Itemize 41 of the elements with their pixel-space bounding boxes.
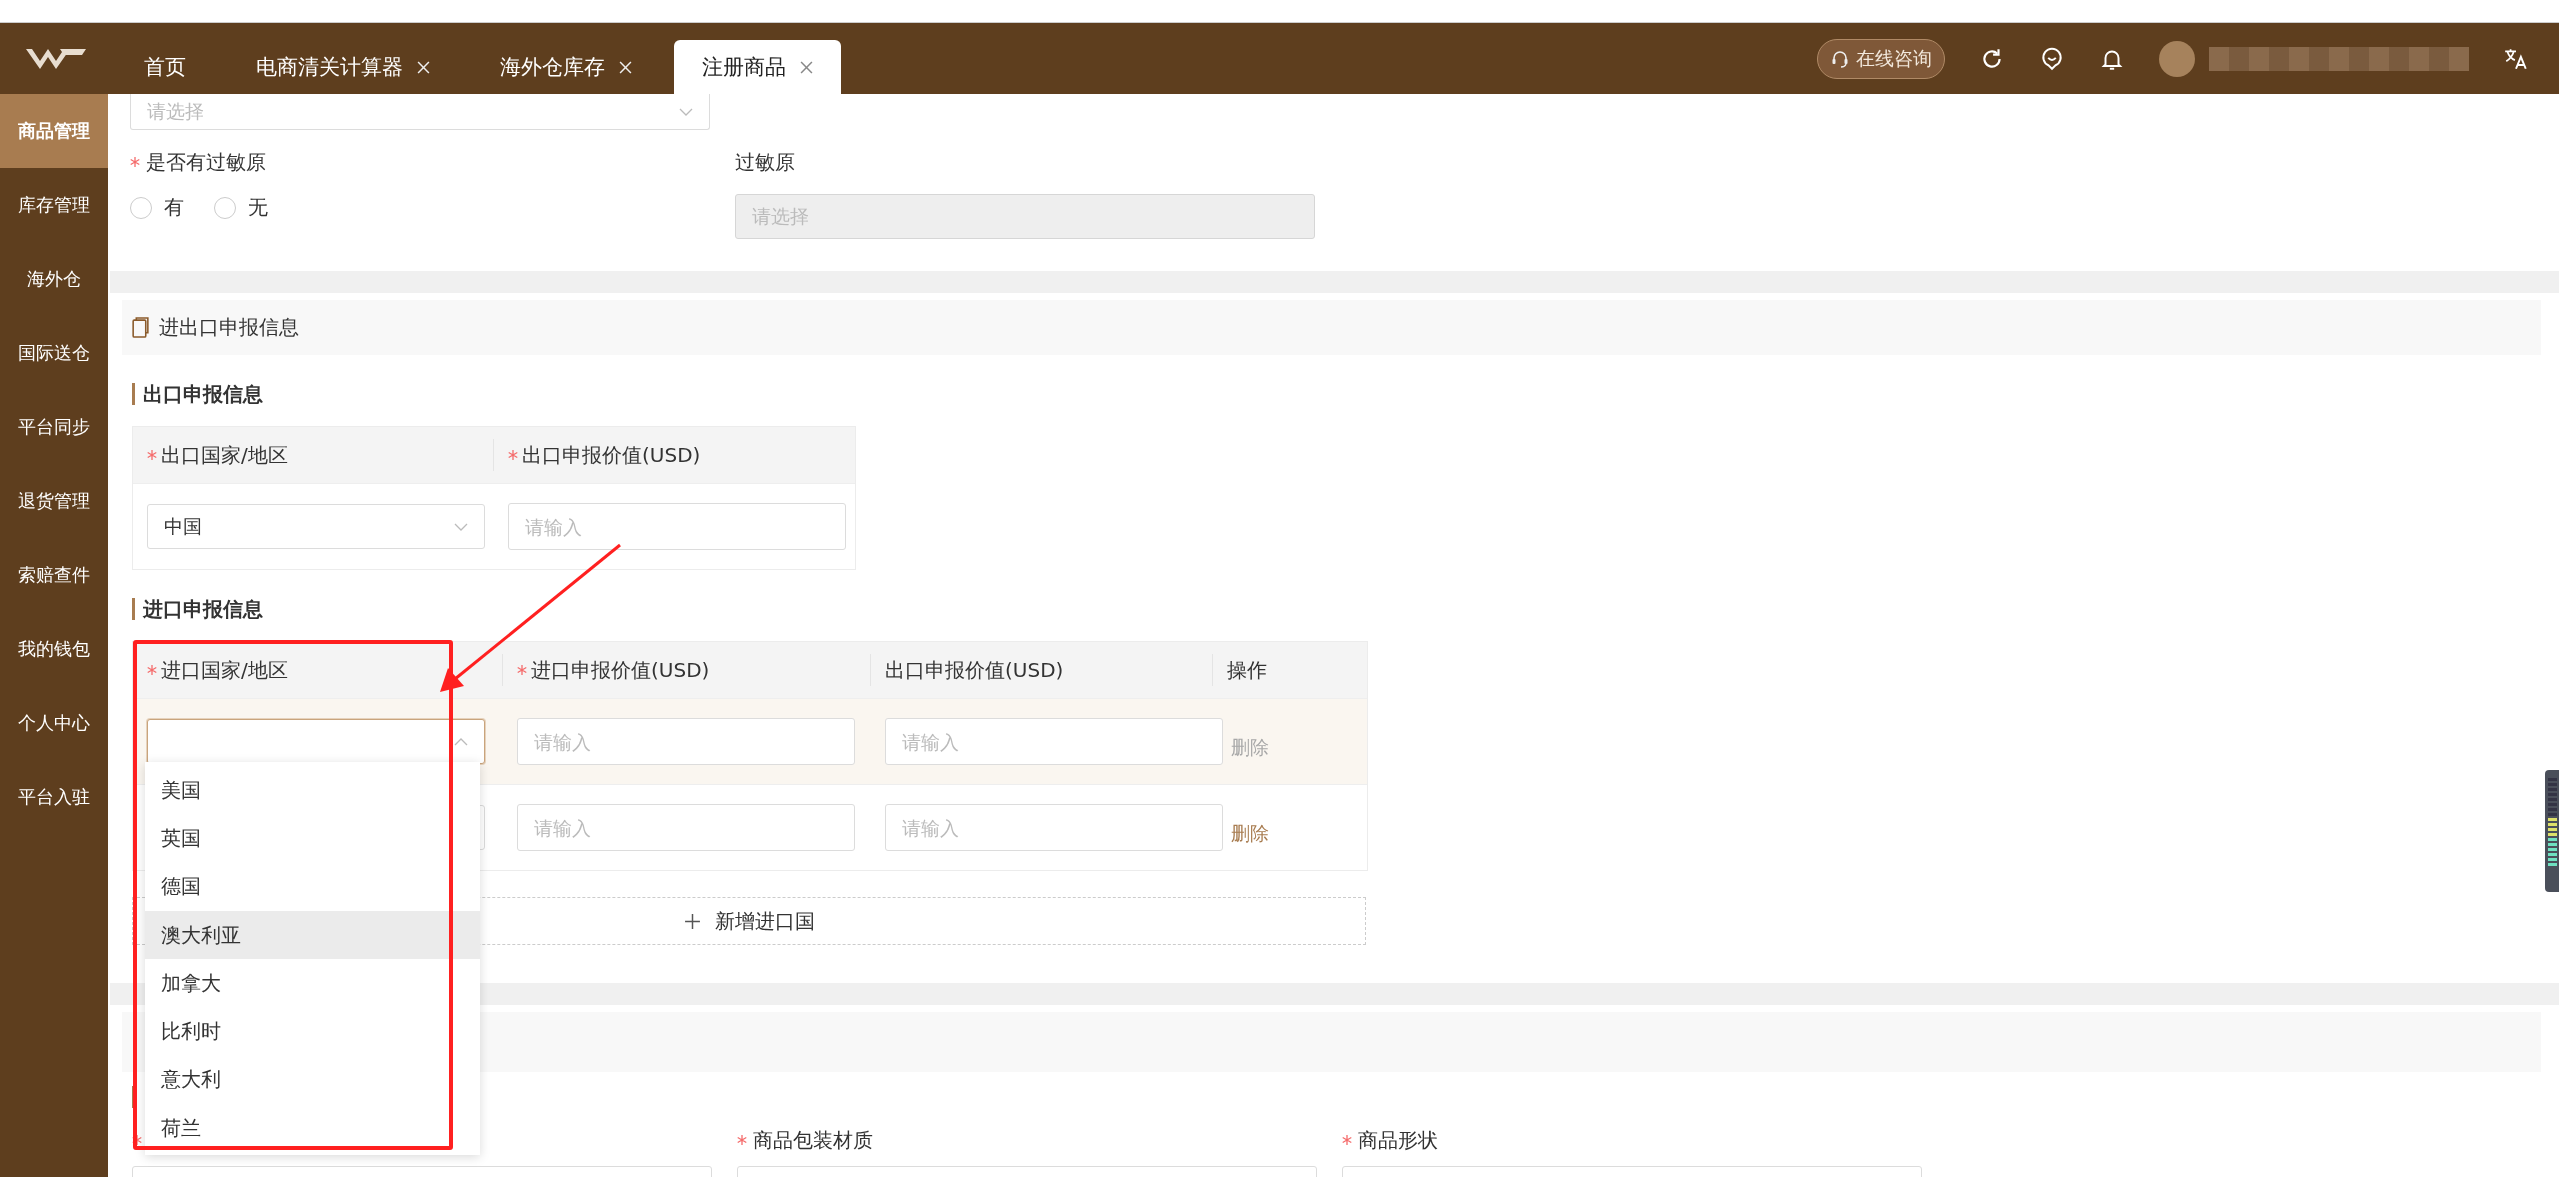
- field-label: 商品形状: [1358, 1126, 1438, 1154]
- sidebar-item[interactable]: 商品管理: [0, 94, 108, 168]
- dropdown-option[interactable]: 意大利: [145, 1055, 480, 1105]
- sidebar-item[interactable]: 平台同步: [0, 390, 108, 464]
- field-label: 过敏原: [735, 148, 795, 176]
- tab[interactable]: 注册商品: [674, 40, 841, 94]
- radio-option[interactable]: 无: [214, 194, 268, 221]
- input-field[interactable]: 请输入: [885, 804, 1223, 851]
- radio-option[interactable]: 有: [130, 194, 184, 221]
- select-field[interactable]: 中国: [147, 504, 485, 549]
- sidebar-item[interactable]: 国际送仓: [0, 316, 108, 390]
- tab[interactable]: 首页: [116, 40, 214, 94]
- sidebar-item[interactable]: 索赔查件: [0, 538, 108, 612]
- column-header: 进口申报价值(USD): [503, 654, 871, 686]
- column-header: 出口国家/地区: [133, 439, 494, 471]
- subsection-title: 进口申报信息: [132, 598, 2541, 620]
- column-header: 操作: [1226, 656, 1268, 684]
- subsection-title: 出口申报信息: [132, 383, 2541, 405]
- dropdown-option[interactable]: 荷兰: [145, 1104, 480, 1153]
- sidebar-item[interactable]: 平台入驻: [0, 760, 108, 834]
- tab[interactable]: 电商清关计算器: [228, 40, 458, 94]
- input-field[interactable]: 请输入: [508, 503, 846, 550]
- sidebar-item[interactable]: 海外仓: [0, 242, 108, 316]
- column-header: 出口申报价值(USD): [494, 439, 855, 471]
- dropdown-option[interactable]: 英国: [145, 814, 480, 863]
- section-title: 进出口申报信息: [159, 314, 299, 341]
- consult-button[interactable]: 在线咨询: [1817, 38, 1945, 79]
- sidebar-item[interactable]: 个人中心: [0, 686, 108, 760]
- sidebar-item[interactable]: 我的钱包: [0, 612, 108, 686]
- dropdown-option[interactable]: 比利时: [145, 1007, 480, 1056]
- field-label: 是否有过敏原: [146, 148, 266, 176]
- sidebar-item[interactable]: 库存管理: [0, 168, 108, 242]
- dropdown-option[interactable]: 澳大利亚: [145, 910, 480, 960]
- delete-link[interactable]: 删除: [1231, 821, 1269, 844]
- dropdown-option[interactable]: 加拿大: [145, 959, 480, 1008]
- dropdown-option[interactable]: 美国: [145, 766, 480, 815]
- field-label: 商品包装材质: [753, 1126, 873, 1154]
- tab[interactable]: 海外仓库存: [472, 40, 660, 94]
- sidebar-item[interactable]: 退货管理: [0, 464, 108, 538]
- column-header: 出口申报价值(USD): [871, 654, 1213, 686]
- input-field[interactable]: 请输入: [517, 804, 855, 851]
